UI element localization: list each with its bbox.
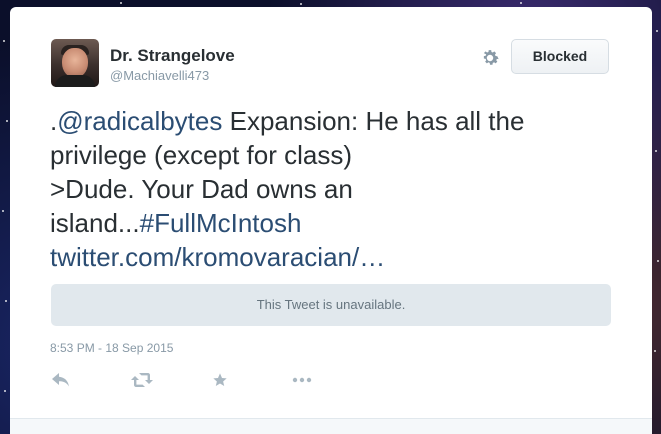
tweet-actions — [50, 369, 350, 391]
author-name[interactable]: Dr. Strangelove — [110, 46, 235, 66]
retweet-icon — [131, 373, 153, 387]
more-button[interactable] — [290, 369, 314, 391]
tweet-timestamp[interactable]: 8:53 PM - 18 Sep 2015 — [50, 341, 173, 355]
url-link[interactable]: twitter.com/kromovaracian/… — [50, 242, 385, 272]
avatar[interactable] — [51, 39, 99, 87]
more-icon — [292, 377, 312, 383]
author-handle[interactable]: @Machiavelli473 — [110, 68, 209, 83]
tweet-text-line-4: island... — [50, 208, 140, 238]
reply-button[interactable] — [50, 369, 72, 391]
tweet-text-line-3: >Dude. Your Dad owns an — [50, 174, 353, 204]
reply-icon — [52, 373, 69, 387]
tweet-text-line-2: privilege (except for class) — [50, 140, 352, 170]
tweet-text-line-1: Expansion: He has all the — [222, 106, 525, 136]
tweet-text: .@radicalbytes Expansion: He has all the… — [50, 104, 610, 274]
retweet-button[interactable] — [130, 369, 154, 391]
gear-icon[interactable] — [479, 47, 501, 69]
mention-link[interactable]: @radicalbytes — [57, 106, 222, 136]
tweet-card: Dr. Strangelove @Machiavelli473 Blocked … — [10, 7, 652, 434]
blocked-button[interactable]: Blocked — [511, 39, 609, 74]
card-footer — [10, 418, 652, 434]
favorite-button[interactable] — [210, 369, 230, 391]
hashtag-link[interactable]: #FullMcIntosh — [140, 208, 302, 238]
embedded-tweet-unavailable: This Tweet is unavailable. — [51, 284, 611, 326]
star-icon — [213, 373, 227, 386]
